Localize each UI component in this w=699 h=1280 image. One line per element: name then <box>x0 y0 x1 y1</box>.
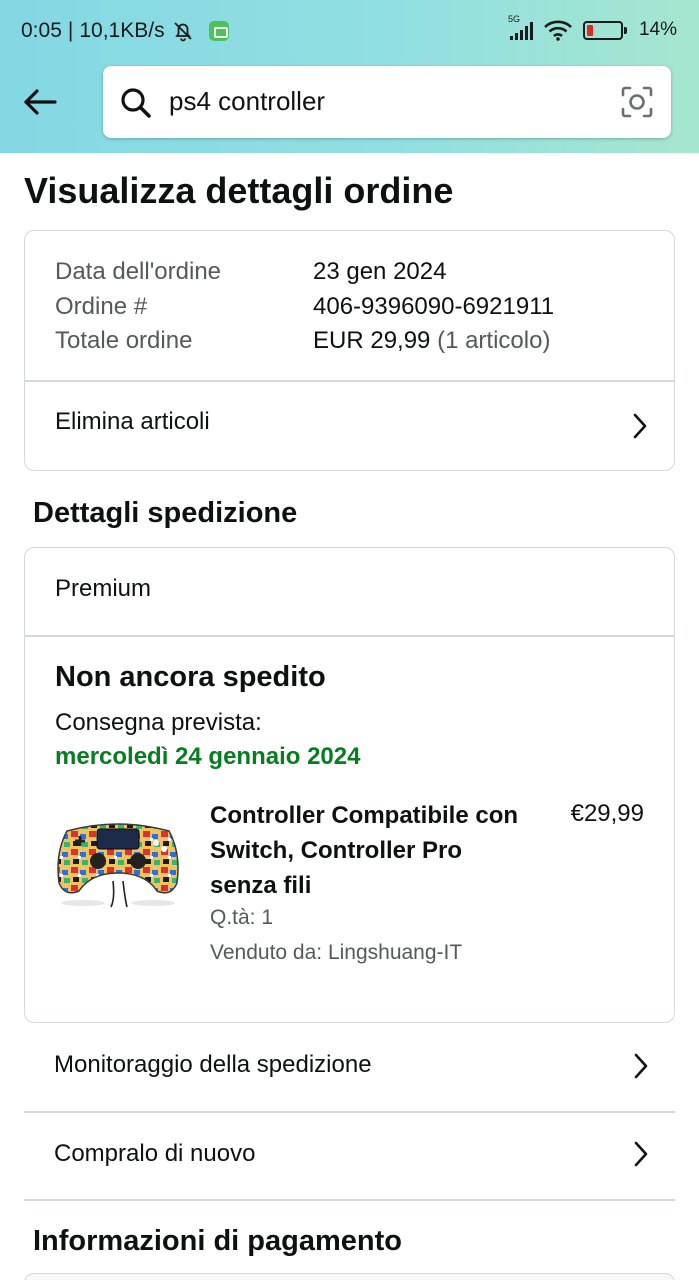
payment-section-title: Informazioni di pagamento <box>33 1225 402 1257</box>
shipment-status: Non ancora spedito <box>55 661 326 693</box>
order-total-value-group: EUR 29,99 (1 articolo) <box>313 327 550 355</box>
payment-card <box>24 1273 675 1280</box>
card-divider <box>25 635 674 637</box>
status-right: 5G 14% <box>508 14 677 41</box>
chevron-right-icon <box>634 1053 648 1079</box>
list-divider <box>24 1199 675 1201</box>
delete-items-row[interactable]: Elimina articoli <box>25 381 674 470</box>
chevron-right-icon <box>633 413 647 439</box>
buy-again-row[interactable]: Compralo di nuovo <box>24 1112 675 1199</box>
product-quantity: Q.tà: 1 <box>210 906 274 929</box>
shipping-service: Premium <box>55 575 152 602</box>
search-input[interactable]: ps4 controller <box>169 86 325 117</box>
status-time: 0:05 <box>21 19 62 42</box>
order-date-label: Data dell'ordine <box>55 258 222 285</box>
status-separator: | <box>67 19 74 42</box>
status-left: 0:05 | 10,1KB/s <box>21 19 229 43</box>
app-notification-icon <box>208 21 229 41</box>
order-total-items: (1 articolo) <box>437 327 551 354</box>
chevron-right-icon <box>634 1141 648 1167</box>
order-total-label: Totale ordine <box>55 327 193 354</box>
shipping-section-title: Dettagli spedizione <box>33 497 298 529</box>
muted-bell-icon <box>173 22 192 42</box>
order-total-value: EUR 29,99 <box>313 327 431 354</box>
status-speed: 10,1KB/s <box>79 19 165 42</box>
app-header: 0:05 | 10,1KB/s 5G 14% ps4 controller <box>0 0 699 153</box>
order-summary-card: Data dell'ordine 23 gen 2024 Ordine # 40… <box>24 230 675 471</box>
delete-items-label: Elimina articoli <box>55 408 210 435</box>
camera-search-icon[interactable] <box>619 84 655 120</box>
cell-signal-icon: 5G <box>508 14 533 40</box>
product-image[interactable] <box>53 813 183 911</box>
order-number-value: 406-9396090-6921911 <box>313 293 555 320</box>
delivery-date: mercoledì 24 gennaio 2024 <box>55 743 361 770</box>
search-bar[interactable]: ps4 controller <box>103 66 671 138</box>
status-bar: 0:05 | 10,1KB/s 5G 14% <box>0 0 699 64</box>
back-button[interactable] <box>18 80 62 124</box>
track-shipment-row[interactable]: Monitoraggio della spedizione <box>24 1024 675 1111</box>
product-seller: Venduto da: Lingshuang-IT <box>210 941 463 964</box>
shipping-card: Premium Non ancora spedito Consegna prev… <box>24 547 675 1023</box>
delivery-label: Consegna prevista: <box>55 709 262 736</box>
buy-again-label: Compralo di nuovo <box>54 1140 256 1167</box>
page-title: Visualizza dettagli ordine <box>24 170 454 211</box>
back-arrow-icon <box>24 89 57 115</box>
order-number-label: Ordine # <box>55 293 148 320</box>
battery-icon <box>582 20 627 40</box>
wifi-icon <box>544 20 572 41</box>
network-type: 5G <box>507 14 520 24</box>
product-title-link[interactable]: Controller Compatibile con Switch, Contr… <box>210 798 520 903</box>
order-date-value: 23 gen 2024 <box>313 258 447 285</box>
track-shipment-label: Monitoraggio della spedizione <box>54 1051 372 1078</box>
battery-level: 14% <box>638 19 677 40</box>
search-icon <box>121 88 151 118</box>
product-price: €29,99 <box>570 800 644 827</box>
